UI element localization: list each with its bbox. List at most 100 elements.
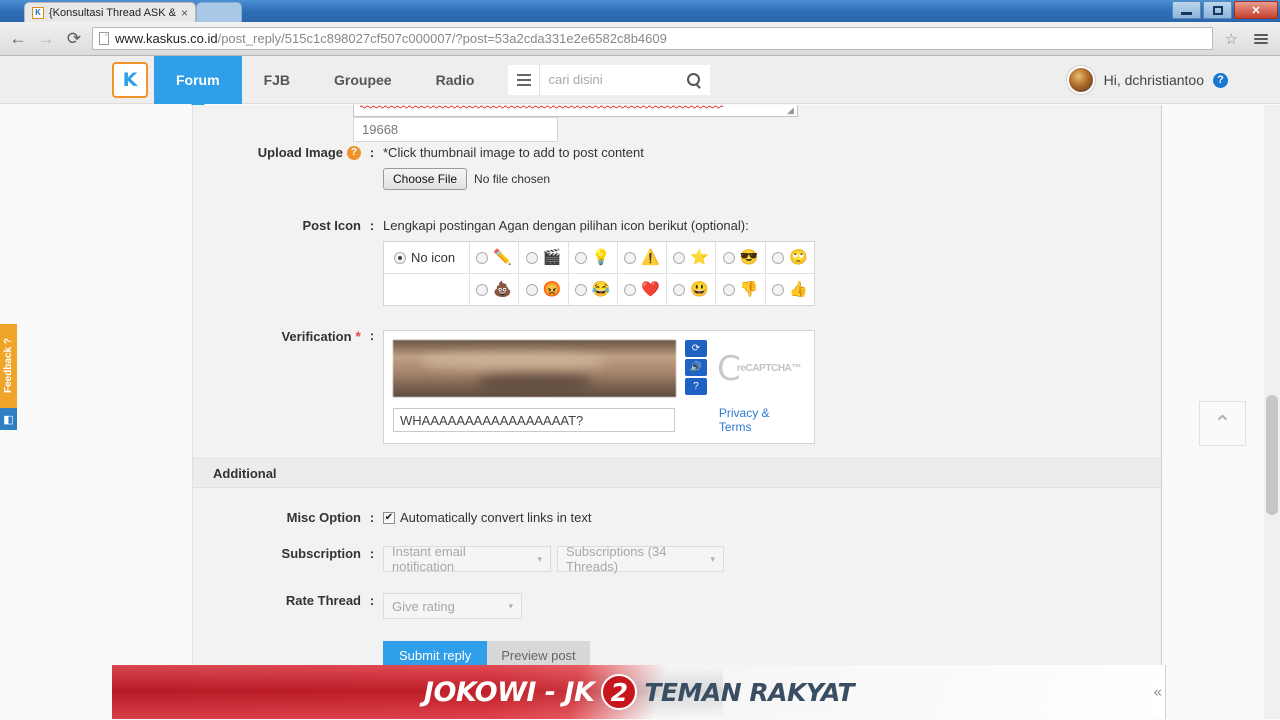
- privacy-terms-link[interactable]: Privacy & Terms: [719, 406, 805, 434]
- radio-heart[interactable]: [624, 283, 637, 296]
- subscription-type-select[interactable]: Instant email notification ▾: [383, 544, 551, 574]
- radio-laughing-face[interactable]: [574, 283, 587, 296]
- choose-file-button[interactable]: Choose File: [383, 168, 468, 190]
- chevron-up-icon: ⌃: [1213, 410, 1232, 436]
- rolling-eyes-icon[interactable]: 🙄: [789, 250, 808, 265]
- angry-red-face-icon[interactable]: 😡: [543, 282, 562, 297]
- star-icon[interactable]: ⭐: [690, 250, 709, 265]
- page-scrollbar[interactable]: [1264, 105, 1280, 719]
- cool-face-icon[interactable]: 😎: [740, 250, 759, 265]
- radio-blue-smile-face[interactable]: [673, 283, 686, 296]
- lightbulb-icon[interactable]: 💡: [592, 250, 611, 265]
- reload-icon[interactable]: ⟳: [64, 29, 84, 49]
- main-navigation: Forum FJB Groupee Radio: [154, 56, 497, 111]
- radio-angry-red-face[interactable]: [525, 283, 538, 296]
- search-icon[interactable]: [687, 73, 701, 86]
- recaptcha-brand-text: reCAPTCHA™: [736, 363, 802, 374]
- warning-icon[interactable]: ⚠️: [641, 250, 660, 265]
- kaskus-logo-icon[interactable]: K: [112, 61, 148, 98]
- close-window-button[interactable]: ✕: [1234, 1, 1278, 19]
- nav-item-radio[interactable]: Radio: [414, 56, 497, 104]
- radio-thumbs-down[interactable]: [722, 283, 735, 296]
- minimize-button[interactable]: [1172, 1, 1201, 19]
- auto-convert-links-checkbox-row[interactable]: ✔ Automatically convert links in text: [383, 510, 1161, 525]
- post-icon-option-blue-smile-face[interactable]: 😃: [667, 274, 717, 305]
- upload-image-field: *Click thumbnail image to add to post co…: [383, 145, 1161, 190]
- radio-warning[interactable]: [624, 251, 637, 264]
- textarea-resize-handle[interactable]: ◢: [787, 106, 796, 115]
- post-icon-option-clapperboard[interactable]: 🎬: [519, 242, 569, 273]
- bottom-banner-ad[interactable]: JOKOWI - JK 2 TEMAN RAKYAT «: [112, 665, 1166, 719]
- post-icon-option-rolling-eyes[interactable]: 🙄: [766, 242, 814, 273]
- avatar[interactable]: [1066, 66, 1095, 94]
- back-icon[interactable]: ←: [8, 29, 28, 49]
- upload-image-help-icon[interactable]: ?: [347, 145, 361, 160]
- radio-poop[interactable]: [476, 283, 489, 296]
- close-icon[interactable]: ×: [181, 7, 188, 19]
- hamburger-menu-icon[interactable]: [1250, 33, 1272, 44]
- radio-clapperboard[interactable]: [525, 251, 538, 264]
- ad-collapse-icon[interactable]: «: [1154, 684, 1162, 701]
- misc-option-field: ✔ Automatically convert links in text: [383, 510, 1161, 525]
- browser-tab-active[interactable]: K {Konsultasi Thread ASK & ×: [24, 2, 197, 22]
- poop-icon[interactable]: 💩: [493, 282, 512, 297]
- captcha-help-icon[interactable]: ?: [685, 378, 707, 395]
- thumbs-up-icon[interactable]: 👍: [789, 282, 808, 297]
- heart-icon[interactable]: ❤️: [641, 282, 660, 297]
- rate-thread-field: Give rating ▾: [383, 593, 1161, 619]
- upload-image-label-group: Upload Image ?: [193, 145, 361, 160]
- nav-item-forum[interactable]: Forum: [154, 56, 242, 111]
- post-icon-option-warning[interactable]: ⚠️: [618, 242, 668, 273]
- post-icon-option-pencil[interactable]: ✏️: [470, 242, 520, 273]
- nav-item-fjb[interactable]: FJB: [242, 56, 312, 104]
- scrollbar-thumb[interactable]: [1266, 395, 1278, 515]
- post-icon-option-angry-red-face[interactable]: 😡: [519, 274, 569, 305]
- post-icon-option-no-icon[interactable]: No icon: [384, 242, 470, 273]
- feedback-widget-icon[interactable]: ◧: [0, 408, 17, 430]
- new-tab-button[interactable]: [196, 2, 243, 22]
- auto-convert-links-checkbox[interactable]: ✔: [383, 511, 395, 524]
- laughing-face-icon[interactable]: 😂: [592, 282, 611, 297]
- post-icon-option-star[interactable]: ⭐: [667, 242, 717, 273]
- scroll-to-top-button[interactable]: ⌃: [1199, 401, 1246, 446]
- post-icon-option-lightbulb[interactable]: 💡: [569, 242, 618, 273]
- feedback-tab[interactable]: Feedback ?: [0, 324, 17, 408]
- captcha-audio-icon[interactable]: 🔊: [685, 359, 707, 376]
- captcha-refresh-icon[interactable]: ⟳: [685, 340, 707, 357]
- post-icon-option-thumbs-up[interactable]: 👍: [766, 274, 814, 305]
- thumbs-down-icon[interactable]: 👎: [740, 282, 759, 297]
- captcha-input[interactable]: WHAAAAAAAAAAAAAAAAAT?: [393, 408, 675, 432]
- radio-star[interactable]: [673, 251, 686, 264]
- subscriptions-list-button[interactable]: Subscriptions (34 Threads) ▾: [557, 544, 724, 574]
- blue-smile-face-icon[interactable]: 😃: [690, 282, 709, 297]
- grid-menu-icon[interactable]: [508, 64, 541, 95]
- radio-no-icon[interactable]: [394, 251, 406, 264]
- user-greeting: Hi, dchristiantoo: [1103, 72, 1204, 88]
- radio-thumbs-up[interactable]: [771, 283, 784, 296]
- user-area[interactable]: Hi, dchristiantoo ?: [1066, 56, 1228, 104]
- restore-button[interactable]: [1203, 1, 1232, 19]
- post-icon-option-thumbs-down[interactable]: 👎: [716, 274, 766, 305]
- nav-item-groupee[interactable]: Groupee: [312, 56, 414, 104]
- browser-toolbar: ← → ⟳ www.kaskus.co.id/post_reply/515c1c…: [0, 22, 1280, 56]
- bookmark-star-icon[interactable]: ☆: [1221, 30, 1242, 48]
- post-icon-option-cool-face[interactable]: 😎: [716, 242, 766, 273]
- search-input[interactable]: cari disini: [540, 64, 711, 95]
- pencil-icon[interactable]: ✏️: [493, 250, 512, 265]
- post-icon-option-laughing-face[interactable]: 😂: [569, 274, 618, 305]
- post-icon-option-heart[interactable]: ❤️: [618, 274, 668, 305]
- character-counter: 19668: [353, 117, 558, 142]
- help-icon[interactable]: ?: [1213, 72, 1228, 88]
- url-path: /post_reply/515c1c898027cf507c000007/?po…: [217, 31, 667, 46]
- post-icon-option-poop[interactable]: 💩: [470, 274, 520, 305]
- post-icon-label: Post Icon: [302, 218, 361, 233]
- address-bar[interactable]: www.kaskus.co.id/post_reply/515c1c898027…: [92, 27, 1213, 50]
- radio-cool-face[interactable]: [722, 251, 735, 264]
- clapperboard-icon[interactable]: 🎬: [543, 250, 562, 265]
- rate-thread-select[interactable]: Give rating ▾: [383, 593, 522, 619]
- radio-pencil[interactable]: [476, 251, 489, 264]
- auto-convert-links-label: Automatically convert links in text: [400, 510, 592, 525]
- radio-rolling-eyes[interactable]: [771, 251, 784, 264]
- post-body-textarea[interactable]: ◢: [353, 105, 798, 117]
- radio-lightbulb[interactable]: [574, 251, 587, 264]
